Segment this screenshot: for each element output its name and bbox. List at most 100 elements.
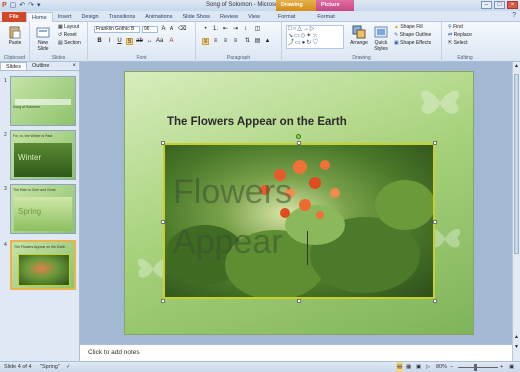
- select-button[interactable]: ⇱ Select: [448, 40, 468, 47]
- resize-handle-right[interactable]: [433, 220, 437, 224]
- tab-file[interactable]: File: [2, 12, 26, 22]
- slide-sorter-icon[interactable]: ▦: [406, 362, 411, 372]
- align-center-button[interactable]: ≡: [212, 38, 219, 45]
- zoom-level[interactable]: 80%: [436, 362, 447, 372]
- underline-button[interactable]: U: [116, 38, 123, 45]
- slide-thumbnail-4[interactable]: The Flowers Appear on the Earth: [10, 240, 76, 290]
- italic-button[interactable]: I: [106, 38, 113, 45]
- slide-show-icon[interactable]: ▷: [426, 362, 430, 372]
- resize-handle-top-left[interactable]: [161, 141, 165, 145]
- normal-view-icon[interactable]: ▤: [396, 362, 404, 372]
- overlay-word-1[interactable]: Flowers: [173, 173, 292, 212]
- resize-handle-bottom[interactable]: [297, 299, 301, 303]
- paragraph-group: • 1. ⇤ ⇥ ↕ ◫ ≡ ≡ ≡ ≡ ⇅ ▤ ▲ Paragraph: [196, 22, 282, 62]
- resize-handle-bottom-right[interactable]: [433, 299, 437, 303]
- slides-group-label: Slides: [51, 55, 66, 61]
- font-name-field[interactable]: Franklin Gothic B: [94, 26, 140, 33]
- new-slide-button[interactable]: New Slide: [32, 25, 54, 52]
- thumbnail-overlay-text: Spring: [18, 207, 42, 216]
- slide-thumbnail-2[interactable]: For, lo, the Winter is Past Winter: [10, 130, 76, 180]
- resize-handle-bottom-left[interactable]: [161, 299, 165, 303]
- tab-outline[interactable]: Outline: [27, 62, 54, 70]
- line-spacing-icon[interactable]: ↕: [242, 26, 249, 33]
- tab-review[interactable]: Review: [215, 12, 243, 22]
- resize-handle-left[interactable]: [161, 220, 165, 224]
- text-direction-icon[interactable]: ⇅: [244, 38, 251, 45]
- change-case-icon[interactable]: Aa: [156, 38, 163, 45]
- justify-button[interactable]: ≡: [232, 38, 239, 45]
- flower-picture[interactable]: Flowers Appear: [163, 143, 435, 299]
- close-pane-icon[interactable]: ×: [72, 62, 76, 70]
- rotation-handle[interactable]: [296, 134, 301, 139]
- shape-outline-button[interactable]: ✎ Shape Outline: [394, 32, 431, 39]
- align-text-icon[interactable]: ▤: [254, 38, 261, 45]
- zoom-out-icon[interactable]: −: [450, 362, 453, 372]
- slide-thumbnail-3[interactable]: The Rain is Over and Gone Spring: [10, 184, 76, 234]
- paste-label: Paste: [8, 40, 22, 46]
- resize-handle-top[interactable]: [297, 141, 301, 145]
- vertical-scrollbar[interactable]: ▲ ▲ ▼: [512, 62, 520, 361]
- tab-drawing-format[interactable]: Format: [273, 12, 300, 22]
- scroll-thumb[interactable]: [514, 74, 519, 254]
- spell-check-icon[interactable]: ✓: [66, 362, 71, 372]
- zoom-slider-thumb[interactable]: [474, 364, 477, 371]
- minimize-button[interactable]: –: [481, 1, 492, 9]
- shape-effects-button[interactable]: ▣ Shape Effects: [394, 40, 431, 47]
- fit-to-window-icon[interactable]: ▣: [509, 362, 514, 372]
- maximize-button[interactable]: □: [494, 1, 505, 9]
- numbering-icon[interactable]: 1.: [212, 26, 219, 33]
- character-spacing-icon[interactable]: ↔: [146, 38, 153, 45]
- shapes-gallery[interactable]: □○△→▷ ↘▭◇✦☆ ⤴▭●↻♡: [286, 25, 344, 49]
- strikethrough-button[interactable]: ab: [136, 38, 143, 45]
- font-color-icon[interactable]: A: [168, 38, 175, 45]
- quick-styles-button[interactable]: Quick Styles: [370, 25, 392, 52]
- columns-icon[interactable]: ◫: [254, 26, 261, 33]
- font-size-field[interactable]: 96: [142, 26, 158, 33]
- decrease-indent-icon[interactable]: ⇤: [222, 26, 229, 33]
- slide-canvas[interactable]: The Flowers Appear on the Earth Flowers …: [124, 71, 474, 335]
- tab-transitions[interactable]: Transitions: [104, 12, 141, 22]
- slide-thumbnail-1[interactable]: Song of Solomon: [10, 76, 76, 126]
- tab-view[interactable]: View: [243, 12, 265, 22]
- scroll-up-icon[interactable]: ▲: [514, 63, 519, 69]
- tab-home[interactable]: Home: [26, 12, 53, 22]
- bullets-icon[interactable]: •: [202, 26, 209, 33]
- find-button[interactable]: ⚲ Find: [448, 24, 463, 31]
- replace-button[interactable]: ⇄ Replace: [448, 32, 472, 39]
- arrange-button[interactable]: Arrange: [348, 25, 370, 46]
- clear-formatting-icon[interactable]: ⌫: [178, 26, 186, 33]
- tab-design[interactable]: Design: [76, 12, 103, 22]
- arrange-icon: [352, 25, 366, 39]
- layout-button[interactable]: ▦ Layout: [58, 24, 79, 31]
- overlay-word-2[interactable]: Appear: [173, 223, 283, 262]
- shape-fill-button[interactable]: ▲ Shape Fill: [394, 24, 423, 31]
- align-left-button[interactable]: ≡: [202, 38, 209, 45]
- close-button[interactable]: ×: [507, 1, 518, 9]
- slide-title[interactable]: The Flowers Appear on the Earth: [167, 116, 347, 128]
- align-right-button[interactable]: ≡: [222, 38, 229, 45]
- section-button[interactable]: ▤ Section: [58, 40, 81, 47]
- tab-picture-format[interactable]: Format: [312, 12, 339, 22]
- zoom-slider[interactable]: [458, 367, 498, 368]
- resize-handle-top-right[interactable]: [433, 141, 437, 145]
- prev-slide-icon[interactable]: ▲: [514, 334, 519, 340]
- reading-view-icon[interactable]: ▣: [416, 362, 421, 372]
- reset-button[interactable]: ↺ Reset: [58, 32, 77, 39]
- grow-font-icon[interactable]: A: [160, 26, 167, 33]
- status-bar: Slide 4 of 4 "Spring" ✓ ▤ ▦ ▣ ▷ 80% − + …: [0, 361, 520, 372]
- help-icon[interactable]: ?: [512, 12, 516, 19]
- tab-slides[interactable]: Slides: [0, 62, 27, 70]
- replace-label: Replace: [453, 32, 472, 38]
- zoom-in-icon[interactable]: +: [500, 362, 503, 372]
- increase-indent-icon[interactable]: ⇥: [232, 26, 239, 33]
- notes-pane[interactable]: Click to add notes: [80, 344, 512, 361]
- next-slide-icon[interactable]: ▼: [514, 344, 519, 350]
- text-shadow-button[interactable]: S: [126, 38, 133, 45]
- shrink-font-icon[interactable]: A: [168, 26, 175, 33]
- smartart-icon[interactable]: ▲: [264, 38, 271, 45]
- tab-insert[interactable]: Insert: [53, 12, 77, 22]
- paste-button[interactable]: Paste: [3, 25, 27, 46]
- bold-button[interactable]: B: [96, 38, 103, 45]
- tab-animations[interactable]: Animations: [140, 12, 177, 22]
- tab-slide-show[interactable]: Slide Show: [177, 12, 215, 22]
